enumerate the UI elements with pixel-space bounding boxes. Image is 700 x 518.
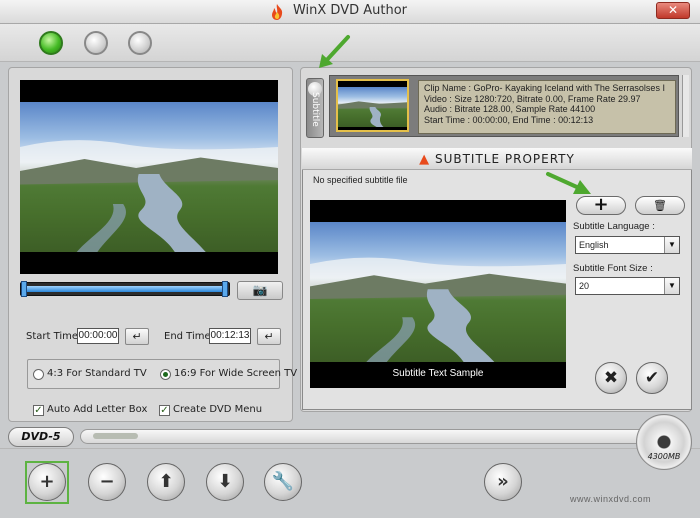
create-menu-checkbox[interactable]: ✓ [159,405,170,416]
end-time-input[interactable]: 00:12:13 [209,328,251,344]
dialog-title: SUBTITLE PROPERTY [434,152,575,166]
aspect-wide-label[interactable]: 16:9 For Wide Screen TV [174,368,297,379]
set-start-time-button[interactable]: ↵ [125,328,149,345]
auto-letterbox-label[interactable]: Auto Add Letter Box [47,404,147,415]
snapshot-button[interactable]: 📷 [237,281,283,300]
annotation-arrow-icon [546,172,591,194]
cross-icon: ✖ [603,368,619,388]
aspect-wide-radio[interactable] [160,369,171,380]
add-video-button[interactable]: + [28,463,66,501]
subtitle-sample-text: Subtitle Text Sample [392,368,484,379]
clip-list-scrollbar[interactable] [682,75,689,137]
create-menu-label[interactable]: Create DVD Menu [173,404,262,415]
clip-time-info: Start Time : 00:00:00, End Time : 00:12:… [424,114,594,125]
step-indicator-1[interactable] [39,31,63,55]
subtitle-font-size-value: 20 [579,281,590,291]
enter-icon: ↵ [264,330,274,343]
close-button[interactable]: ✕ [656,2,690,19]
website-label: www.winxdvd.com [570,494,652,504]
auto-letterbox-checkbox[interactable]: ✓ [33,405,44,416]
clip-audio-info: Audio : Bitrate 128.00, Sample Rate 4410… [424,104,596,115]
aspect-standard-radio[interactable] [33,369,44,380]
playback-progress-bar[interactable] [20,282,230,296]
disc-capacity-label: 4300MB [647,452,681,461]
subtitle-file-status: No specified subtitle file [313,175,408,185]
start-time-label: Start Time : [26,331,85,342]
camera-icon: 📷 [252,283,268,297]
clip-name: Clip Name : GoPro- Kayaking Iceland with… [424,83,665,93]
annotation-arrow-icon [319,35,350,68]
checkmark-icon: ✔ [644,368,660,388]
trim-start-handle[interactable] [21,281,27,297]
wrench-icon: 🔧 [271,471,295,492]
next-step-button[interactable]: » [484,463,522,501]
subtitle-tab-label[interactable]: Subtitle [310,92,320,127]
plus-icon: + [593,194,609,215]
subtitle-preview [310,200,566,388]
arrow-down-icon: ⬇ [217,471,233,492]
add-subtitle-button[interactable]: + [576,196,626,215]
dialog-title-bar: ▲ SUBTITLE PROPERTY [302,148,692,170]
aspect-standard-label[interactable]: 4:3 For Standard TV [47,368,147,379]
arrow-up-icon: ⬆ [158,471,174,492]
clip-info-box: Clip Name : GoPro- Kayaking Iceland with… [418,80,676,134]
subtitle-language-select[interactable]: English ▼ [575,236,680,254]
subtitle-language-value: English [579,240,609,250]
disc-capacity-fill [93,433,138,439]
dialog-cancel-button[interactable]: ✖ [595,362,627,394]
delete-subtitle-button[interactable]: 🗑 [635,196,685,215]
subtitle-font-size-select[interactable]: 20 ▼ [575,277,680,295]
clip-video-info: Video : Size 1280:720, Bitrate 0.00, Fra… [424,93,641,104]
double-chevron-right-icon: » [497,471,509,492]
step-indicator-3[interactable] [128,31,152,55]
subtitle-language-label: Subtitle Language : [573,221,655,232]
move-down-button[interactable]: ⬇ [206,463,244,501]
enter-icon: ↵ [132,330,142,343]
remove-video-button[interactable]: − [88,463,126,501]
clip-thumbnail[interactable] [336,79,409,132]
trim-end-handle[interactable] [222,281,228,297]
plus-icon: + [39,471,55,492]
subtitle-font-size-label: Subtitle Font Size : [573,263,653,274]
chevron-down-icon[interactable]: ▼ [664,278,679,294]
settings-button[interactable]: 🔧 [264,463,302,501]
flame-logo-icon: ▲ [419,152,431,167]
subtitle-preview-image [310,222,566,362]
start-time-input[interactable]: 00:00:00 [77,328,119,344]
chevron-down-icon[interactable]: ▼ [664,237,679,253]
clip-thumbnail-image [338,87,407,127]
minus-icon: − [99,471,115,492]
disc-type-button[interactable]: DVD-5 [8,427,74,447]
playback-progress-fill [24,286,224,292]
divider [0,448,700,449]
video-frame-image [20,102,278,252]
disc-icon [636,414,692,470]
disc-capacity-bar [80,429,650,444]
app-title: WinX DVD Author [292,3,408,18]
dialog-ok-button[interactable]: ✔ [636,362,668,394]
video-preview [20,80,278,274]
set-end-time-button[interactable]: ↵ [257,328,281,345]
move-up-button[interactable]: ⬆ [147,463,185,501]
step-indicator-2[interactable] [84,31,108,55]
trash-icon: 🗑 [653,199,667,212]
